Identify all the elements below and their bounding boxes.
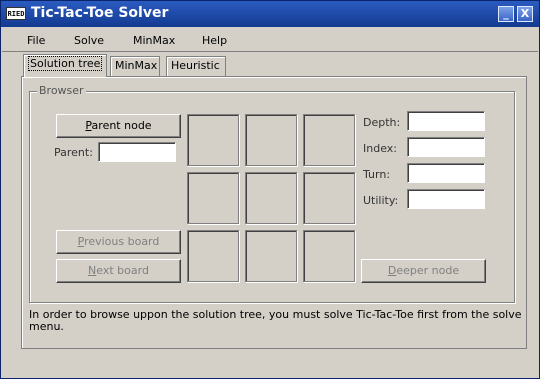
button-label: arent node (91, 119, 152, 132)
index-label: Index: (363, 142, 397, 155)
tab-label: Heuristic (171, 59, 220, 72)
previous-board-button[interactable]: Previous board (56, 230, 181, 254)
board-cell (303, 172, 355, 224)
board-cell (245, 230, 297, 282)
tab-label: MinMax (115, 59, 158, 72)
button-label: ext board (96, 264, 149, 277)
menu-file[interactable]: File (27, 34, 45, 47)
depth-field[interactable] (407, 111, 485, 131)
button-label: revious board (84, 235, 160, 248)
menu-minmax[interactable]: MinMax (133, 34, 175, 47)
browser-group-label: Browser (37, 84, 86, 97)
next-board-button[interactable]: Next board (56, 259, 181, 283)
tab-label: Solution tree (28, 56, 103, 71)
menu-help[interactable]: Help (202, 34, 227, 47)
utility-label: Utility: (363, 194, 399, 207)
board-cell (187, 172, 239, 224)
board-cell (187, 114, 239, 166)
parent-label: Parent: (54, 146, 93, 159)
board-cell (245, 114, 297, 166)
index-field[interactable] (407, 137, 485, 157)
tab-minmax[interactable]: MinMax (110, 56, 160, 76)
tab-heuristic[interactable]: Heuristic (166, 56, 226, 76)
minimize-button[interactable]: _ (498, 6, 514, 22)
parent-field[interactable] (98, 142, 176, 162)
utility-field[interactable] (407, 189, 485, 209)
board-cell (187, 230, 239, 282)
board-cell (303, 230, 355, 282)
menu-solve[interactable]: Solve (74, 34, 104, 47)
status-message: In order to browse uppon the solution tr… (29, 308, 522, 333)
depth-label: Depth: (363, 116, 401, 129)
board-cell (303, 114, 355, 166)
window-title: Tic-Tac-Toe Solver (31, 5, 169, 21)
parent-node-button[interactable]: Parent node (56, 114, 181, 138)
button-label: eeper node (396, 264, 460, 277)
turn-field[interactable] (407, 163, 485, 183)
title-bar[interactable]: RIED Tic-Tac-Toe Solver _ X (1, 1, 539, 27)
menu-bar: File Solve MinMax Help (2, 28, 538, 52)
tab-solution-tree[interactable]: Solution tree (23, 54, 107, 77)
deeper-node-button[interactable]: Deeper node (361, 259, 486, 283)
turn-label: Turn: (363, 168, 391, 181)
app-icon: RIED (6, 7, 26, 20)
app-window: RIED Tic-Tac-Toe Solver _ X File Solve M… (0, 0, 540, 379)
close-button[interactable]: X (517, 6, 533, 22)
board-cell (245, 172, 297, 224)
